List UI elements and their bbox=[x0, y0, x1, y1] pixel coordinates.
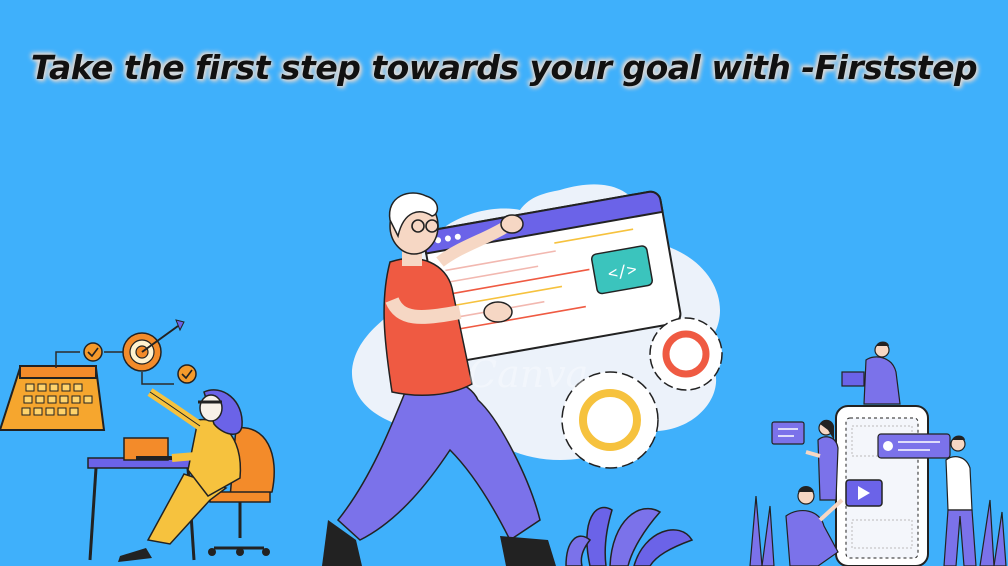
banner: Take the first step towards your goal wi… bbox=[0, 0, 1008, 566]
target-icon bbox=[122, 319, 185, 372]
phone-screen bbox=[835, 405, 929, 566]
watermark: Canva bbox=[468, 352, 589, 396]
calendar-icon bbox=[0, 365, 106, 431]
woman-at-desk bbox=[118, 388, 243, 562]
plant-icon bbox=[565, 506, 694, 566]
illustration-canvas: </> bbox=[0, 184, 1007, 566]
